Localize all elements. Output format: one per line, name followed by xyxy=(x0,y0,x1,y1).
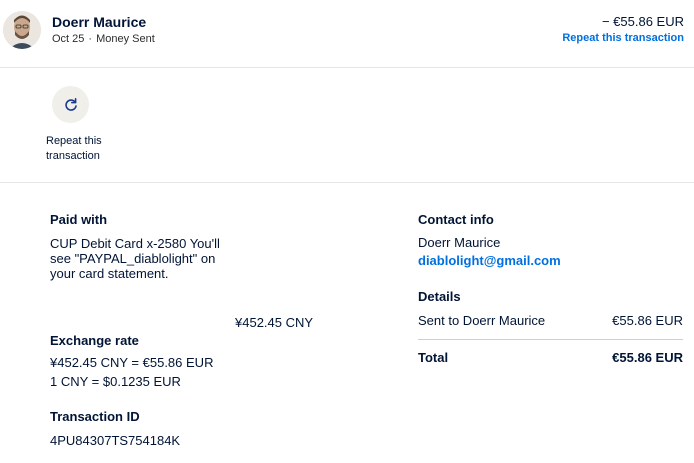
details-heading: Details xyxy=(418,289,461,304)
repeat-action-section: Repeat this transaction xyxy=(0,68,694,183)
transaction-type: Money Sent xyxy=(96,33,155,45)
transaction-id-value: 4PU84307TS754184K xyxy=(50,433,181,448)
paid-amount-cny: ¥452.45 CNY xyxy=(235,315,314,330)
contact-info-heading: Contact info xyxy=(418,212,494,227)
avatar xyxy=(3,11,41,49)
avatar-portrait-icon xyxy=(3,11,41,49)
transaction-date: Oct 25 xyxy=(52,33,85,45)
payment-method-text: CUP Debit Card x-2580 You'll see "PAYPAL… xyxy=(50,236,220,281)
exchange-rate-unit: 1 CNY = $0.1235 EUR xyxy=(50,374,181,389)
exchange-rate-heading: Exchange rate xyxy=(50,333,139,348)
repeat-transaction-button[interactable] xyxy=(52,86,89,123)
meta-separator: · xyxy=(88,33,93,45)
details-divider xyxy=(418,339,683,340)
total-amount: €55.86 EUR xyxy=(612,350,683,365)
transaction-header: Doerr Maurice Oct 25 · Money Sent − €55.86… xyxy=(0,0,694,68)
paid-with-heading: Paid with xyxy=(50,212,108,227)
sent-to-label: Sent to Doerr Maurice xyxy=(418,313,546,328)
total-label: Total xyxy=(418,350,449,365)
sent-to-amount: €55.86 EUR xyxy=(612,313,683,328)
transaction-amount: − €55.86 EUR xyxy=(601,14,684,29)
contact-email-link[interactable]: diablolight@gmail.com xyxy=(418,253,561,268)
refresh-icon xyxy=(64,97,77,111)
repeat-transaction-link[interactable]: Repeat this transaction xyxy=(562,32,684,44)
repeat-transaction-label: Repeat this transaction xyxy=(46,135,102,162)
exchange-rate-conversion: ¥452.45 CNY = €55.86 EUR xyxy=(50,355,214,370)
contact-name-header: Doerr Maurice xyxy=(52,14,147,30)
transaction-meta: Oct 25 · Money Sent xyxy=(52,33,155,45)
transaction-id-heading: Transaction ID xyxy=(50,409,140,424)
contact-name: Doerr Maurice xyxy=(418,235,501,250)
